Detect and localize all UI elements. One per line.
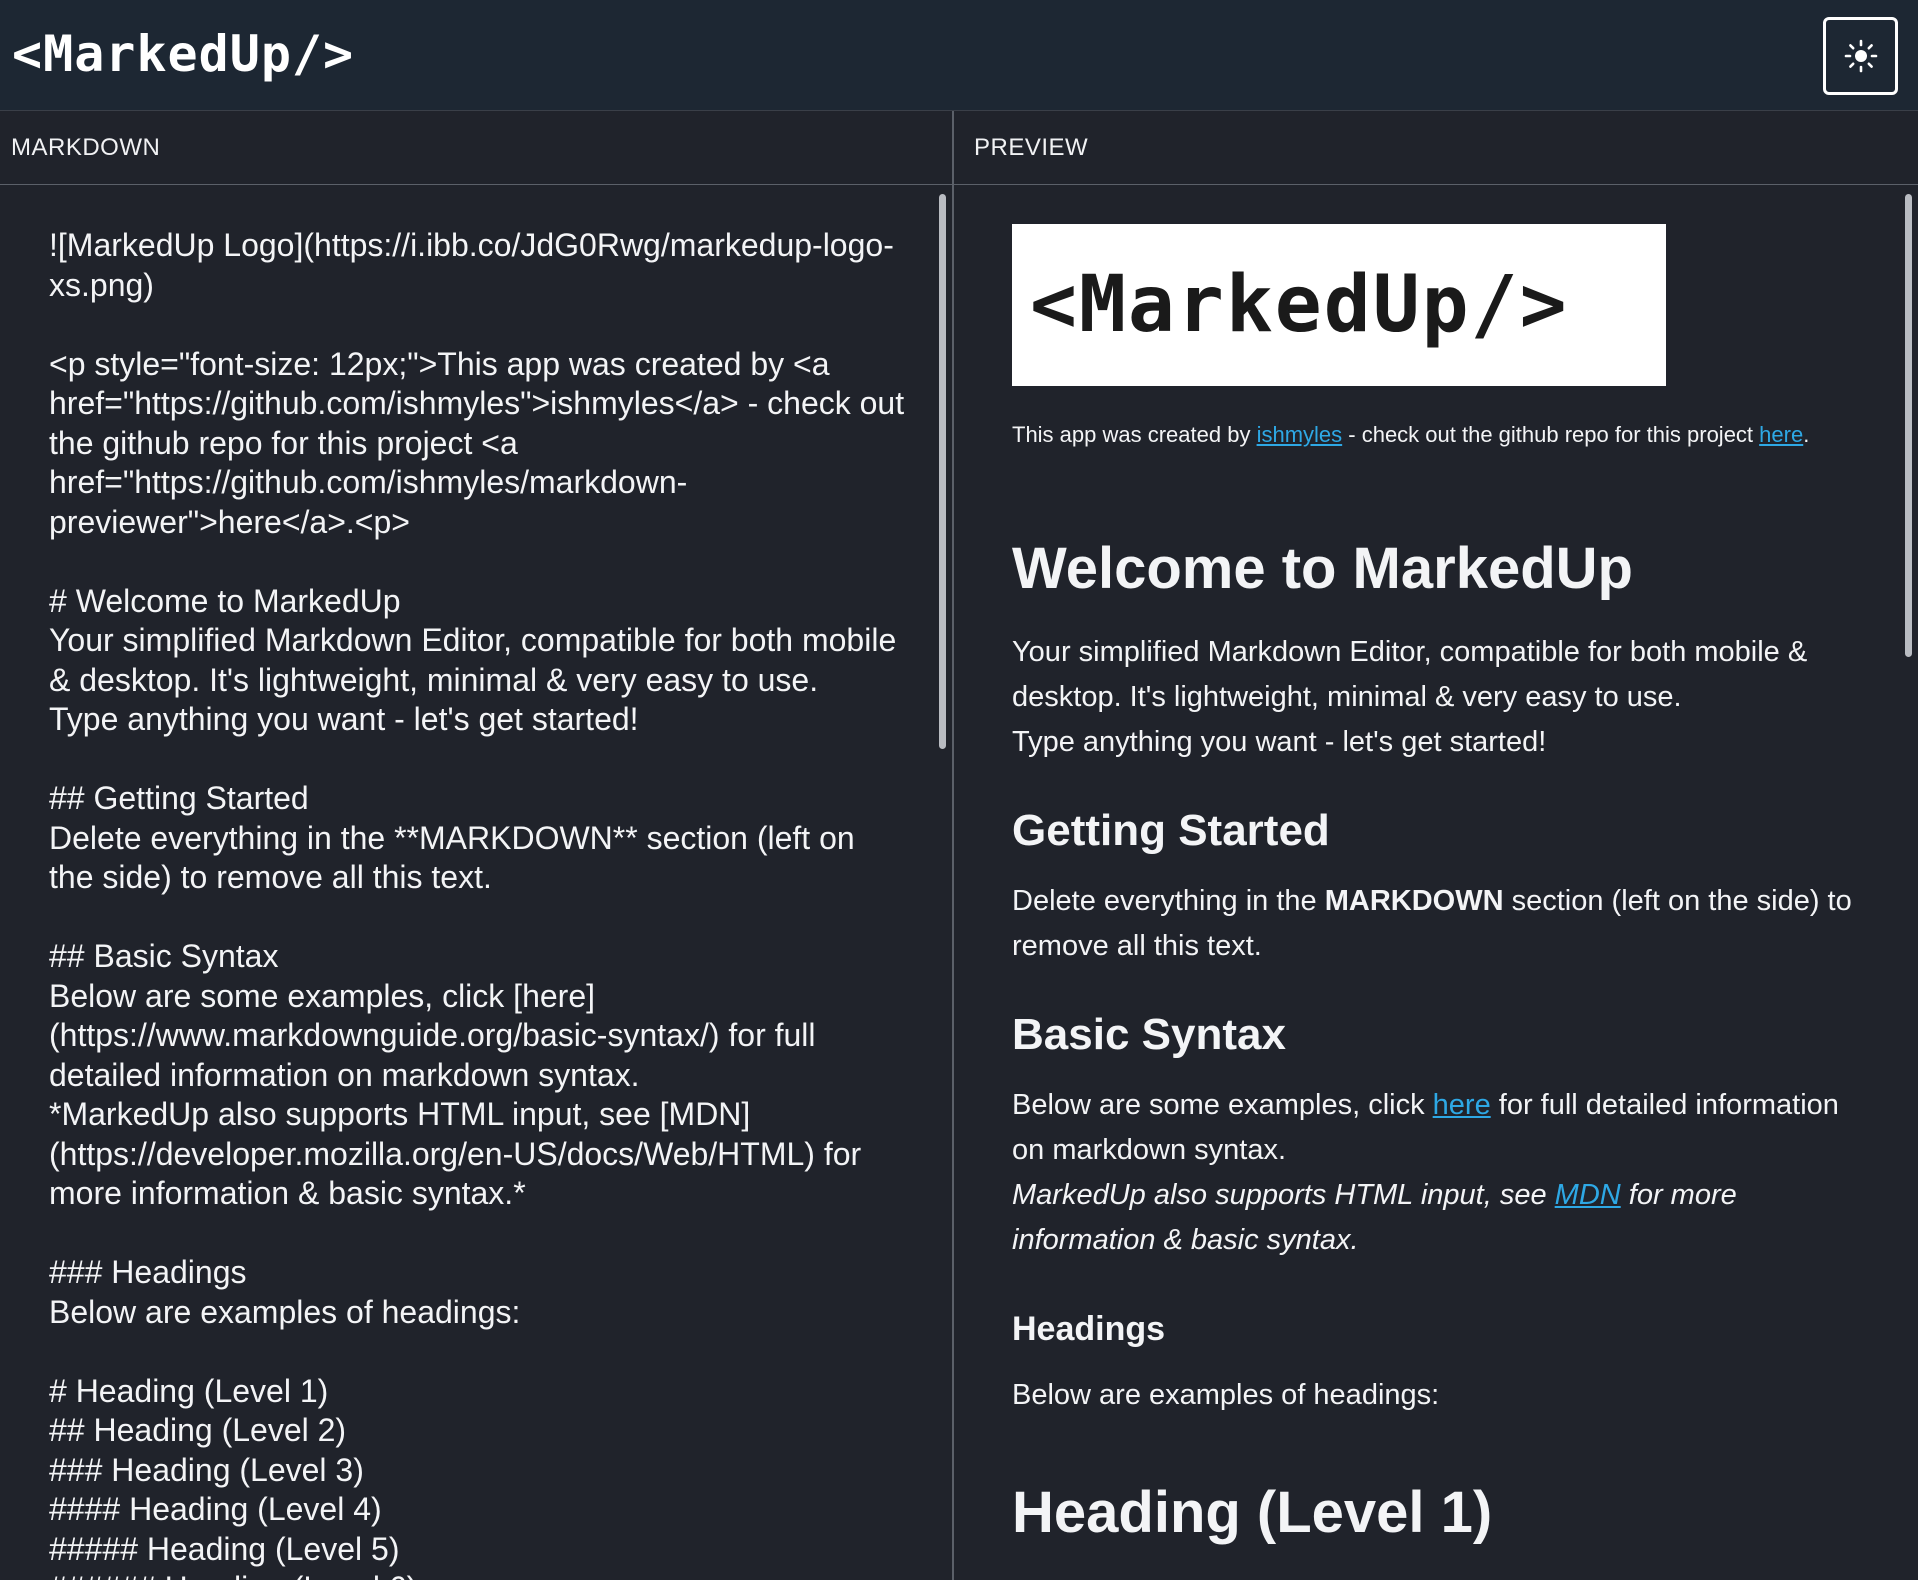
editor-line: & desktop. It's lightweight, minimal & v…: [49, 661, 819, 698]
editor-line: ## Getting Started: [49, 780, 309, 816]
preview-scrollbar[interactable]: [1905, 194, 1912, 657]
credit-text: This app was created by ishmyles - check…: [1012, 422, 1810, 447]
editor-line: previewer">here</a>.<p>: [49, 503, 410, 540]
preview-pane-header: PREVIEW: [954, 111, 1918, 185]
editor-line: <p style="font-size: 12px;">This app was…: [49, 345, 830, 382]
editor-line: ## Heading (Level 2): [49, 1412, 347, 1448]
editor-line: ### Heading (Level 3): [49, 1451, 364, 1488]
getting-started-heading: Getting Started: [1012, 806, 1330, 855]
editor-line: ## Basic Syntax: [49, 938, 279, 974]
editor-line: (https://developer.mozilla.org/en-US/doc…: [49, 1135, 862, 1172]
preview-pane: <MarkedUp/> This app was created by ishm…: [954, 186, 1918, 1580]
editor-line: Delete everything in the **MARKDOWN** se…: [49, 819, 855, 856]
editor-line: ###### Heading (Level 6): [49, 1569, 909, 1580]
basic-syntax-paragraph: Below are some examples, click here for …: [1012, 1089, 1839, 1256]
basic-syntax-heading: Basic Syntax: [1012, 1010, 1286, 1059]
markdown-editor[interactable]: ![MarkedUp Logo](https://i.ibb.co/JdG0Rw…: [0, 186, 952, 1580]
editor-line: #### Heading (Level 4): [49, 1491, 382, 1527]
editor-line: ##### Heading (Level 5): [49, 1530, 400, 1567]
editor-line: the side) to remove all this text.: [49, 859, 492, 895]
editor-line: *MarkedUp also supports HTML input, see …: [49, 1096, 751, 1132]
editor-line: href="https://github.com/ishmyles/markdo…: [49, 464, 688, 500]
editor-line: Below are examples of headings:: [49, 1293, 521, 1330]
editor-line: detailed information on markdown syntax.: [49, 1056, 640, 1093]
markedup-logo-image: <MarkedUp/>: [1012, 224, 1666, 386]
editor-line: Type anything you want - let's get start…: [49, 701, 639, 737]
headings-paragraph: Below are examples of headings:: [1012, 1379, 1440, 1411]
editor-line: ### Headings: [49, 1254, 247, 1290]
editor-line: # Heading (Level 1): [49, 1372, 329, 1409]
editor-line: # Welcome to MarkedUp: [49, 582, 401, 619]
editor-scrollbar[interactable]: [939, 194, 946, 749]
mdn-link[interactable]: MDN: [1555, 1179, 1621, 1211]
editor-line: Below are some examples, click [here]: [49, 977, 595, 1014]
markdown-guide-link[interactable]: here: [1433, 1089, 1491, 1121]
editor-line: the github repo for this project <a: [49, 424, 518, 461]
app-logo: <MarkedUp/>: [12, 25, 355, 83]
welcome-heading: Welcome to MarkedUp: [1012, 536, 1633, 601]
headings-heading: Headings: [1012, 1310, 1166, 1348]
top-bar: <MarkedUp/>: [0, 0, 1918, 111]
theme-toggle-button[interactable]: [1823, 17, 1898, 95]
repo-link[interactable]: here: [1759, 422, 1803, 447]
editor-line: Your simplified Markdown Editor, compati…: [49, 622, 897, 658]
heading-level-1-example: Heading (Level 1): [1012, 1480, 1493, 1545]
markdown-textarea[interactable]: ![MarkedUp Logo](https://i.ibb.co/JdG0Rw…: [49, 226, 909, 1580]
author-link[interactable]: ishmyles: [1257, 422, 1343, 447]
getting-started-paragraph: Delete everything in the MARKDOWN sectio…: [1012, 885, 1852, 962]
intro-paragraph: Your simplified Markdown Editor, compati…: [1012, 636, 1808, 758]
markdown-pane-header: MARKDOWN: [0, 111, 953, 185]
editor-line: (https://www.markdownguide.org/basic-syn…: [49, 1017, 816, 1053]
editor-line: xs.png): [49, 266, 154, 303]
sun-icon: [1844, 39, 1877, 73]
editor-line: ![MarkedUp Logo](https://i.ibb.co/JdG0Rw…: [49, 227, 894, 263]
editor-line: href="https://github.com/ishmyles">ishmy…: [49, 385, 905, 421]
editor-line: more information & basic syntax.*: [49, 1175, 526, 1211]
